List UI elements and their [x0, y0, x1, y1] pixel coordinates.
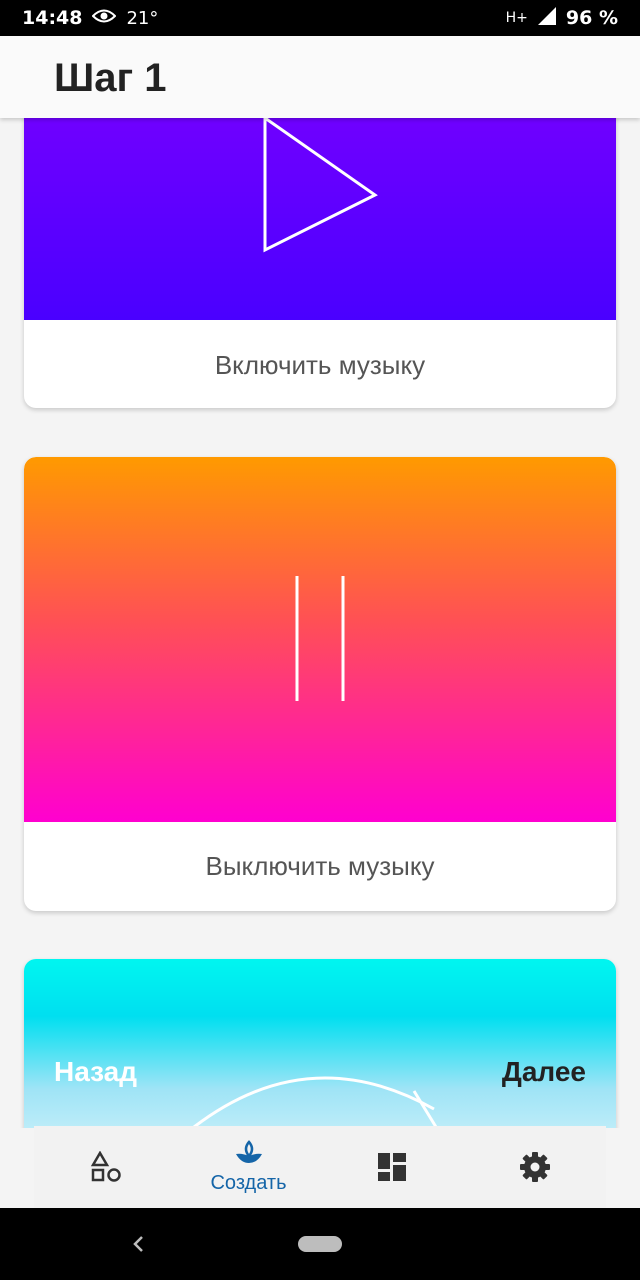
nav-label-create: Создать	[210, 1171, 287, 1194]
eye-icon	[92, 7, 117, 29]
app-bar: Шаг 1	[0, 36, 640, 118]
card-label: Включить музыку	[214, 350, 426, 380]
play-music-card[interactable]: Включить музыку	[24, 118, 616, 408]
card-label: Выключить музыку	[205, 851, 435, 881]
status-right: H+ 96 %	[505, 6, 618, 30]
nav-item-shapes[interactable]	[41, 1126, 171, 1208]
stop-music-card[interactable]: Выключить музыку	[24, 457, 616, 911]
system-home-pill[interactable]	[298, 1236, 342, 1252]
shapes-icon	[90, 1151, 121, 1182]
pause-icon	[295, 576, 345, 701]
system-back-icon[interactable]	[128, 1232, 148, 1256]
status-bar: 14:48 21° H+ 96 %	[0, 0, 640, 36]
sprout-icon	[235, 1139, 262, 1163]
system-navigation-bar	[0, 1208, 640, 1280]
third-card[interactable]	[24, 959, 616, 1128]
network-type: H+	[505, 10, 528, 26]
battery-level: 96 %	[565, 7, 618, 29]
nav-item-dashboard[interactable]	[327, 1126, 457, 1208]
card-list[interactable]: Включить музыку Выключить музыку Назад Д…	[0, 118, 640, 1128]
status-time: 14:48	[22, 7, 83, 29]
status-left: 14:48 21°	[22, 7, 158, 29]
nav-item-create[interactable]: Создать	[184, 1126, 314, 1208]
card-media	[24, 959, 616, 1128]
next-button[interactable]: Далее	[502, 1056, 586, 1088]
play-icon	[263, 118, 378, 253]
back-button[interactable]: Назад	[54, 1056, 137, 1088]
card-media	[24, 118, 616, 320]
status-temperature: 21°	[126, 7, 159, 29]
page-title: Шаг 1	[54, 56, 167, 100]
arc-icon	[193, 1076, 438, 1128]
signal-icon	[537, 6, 556, 30]
card-media	[24, 457, 616, 822]
dashboard-icon	[377, 1153, 406, 1181]
gear-icon	[519, 1152, 550, 1182]
nav-item-settings[interactable]	[470, 1126, 600, 1208]
bottom-navigation: Создать	[34, 1126, 606, 1208]
